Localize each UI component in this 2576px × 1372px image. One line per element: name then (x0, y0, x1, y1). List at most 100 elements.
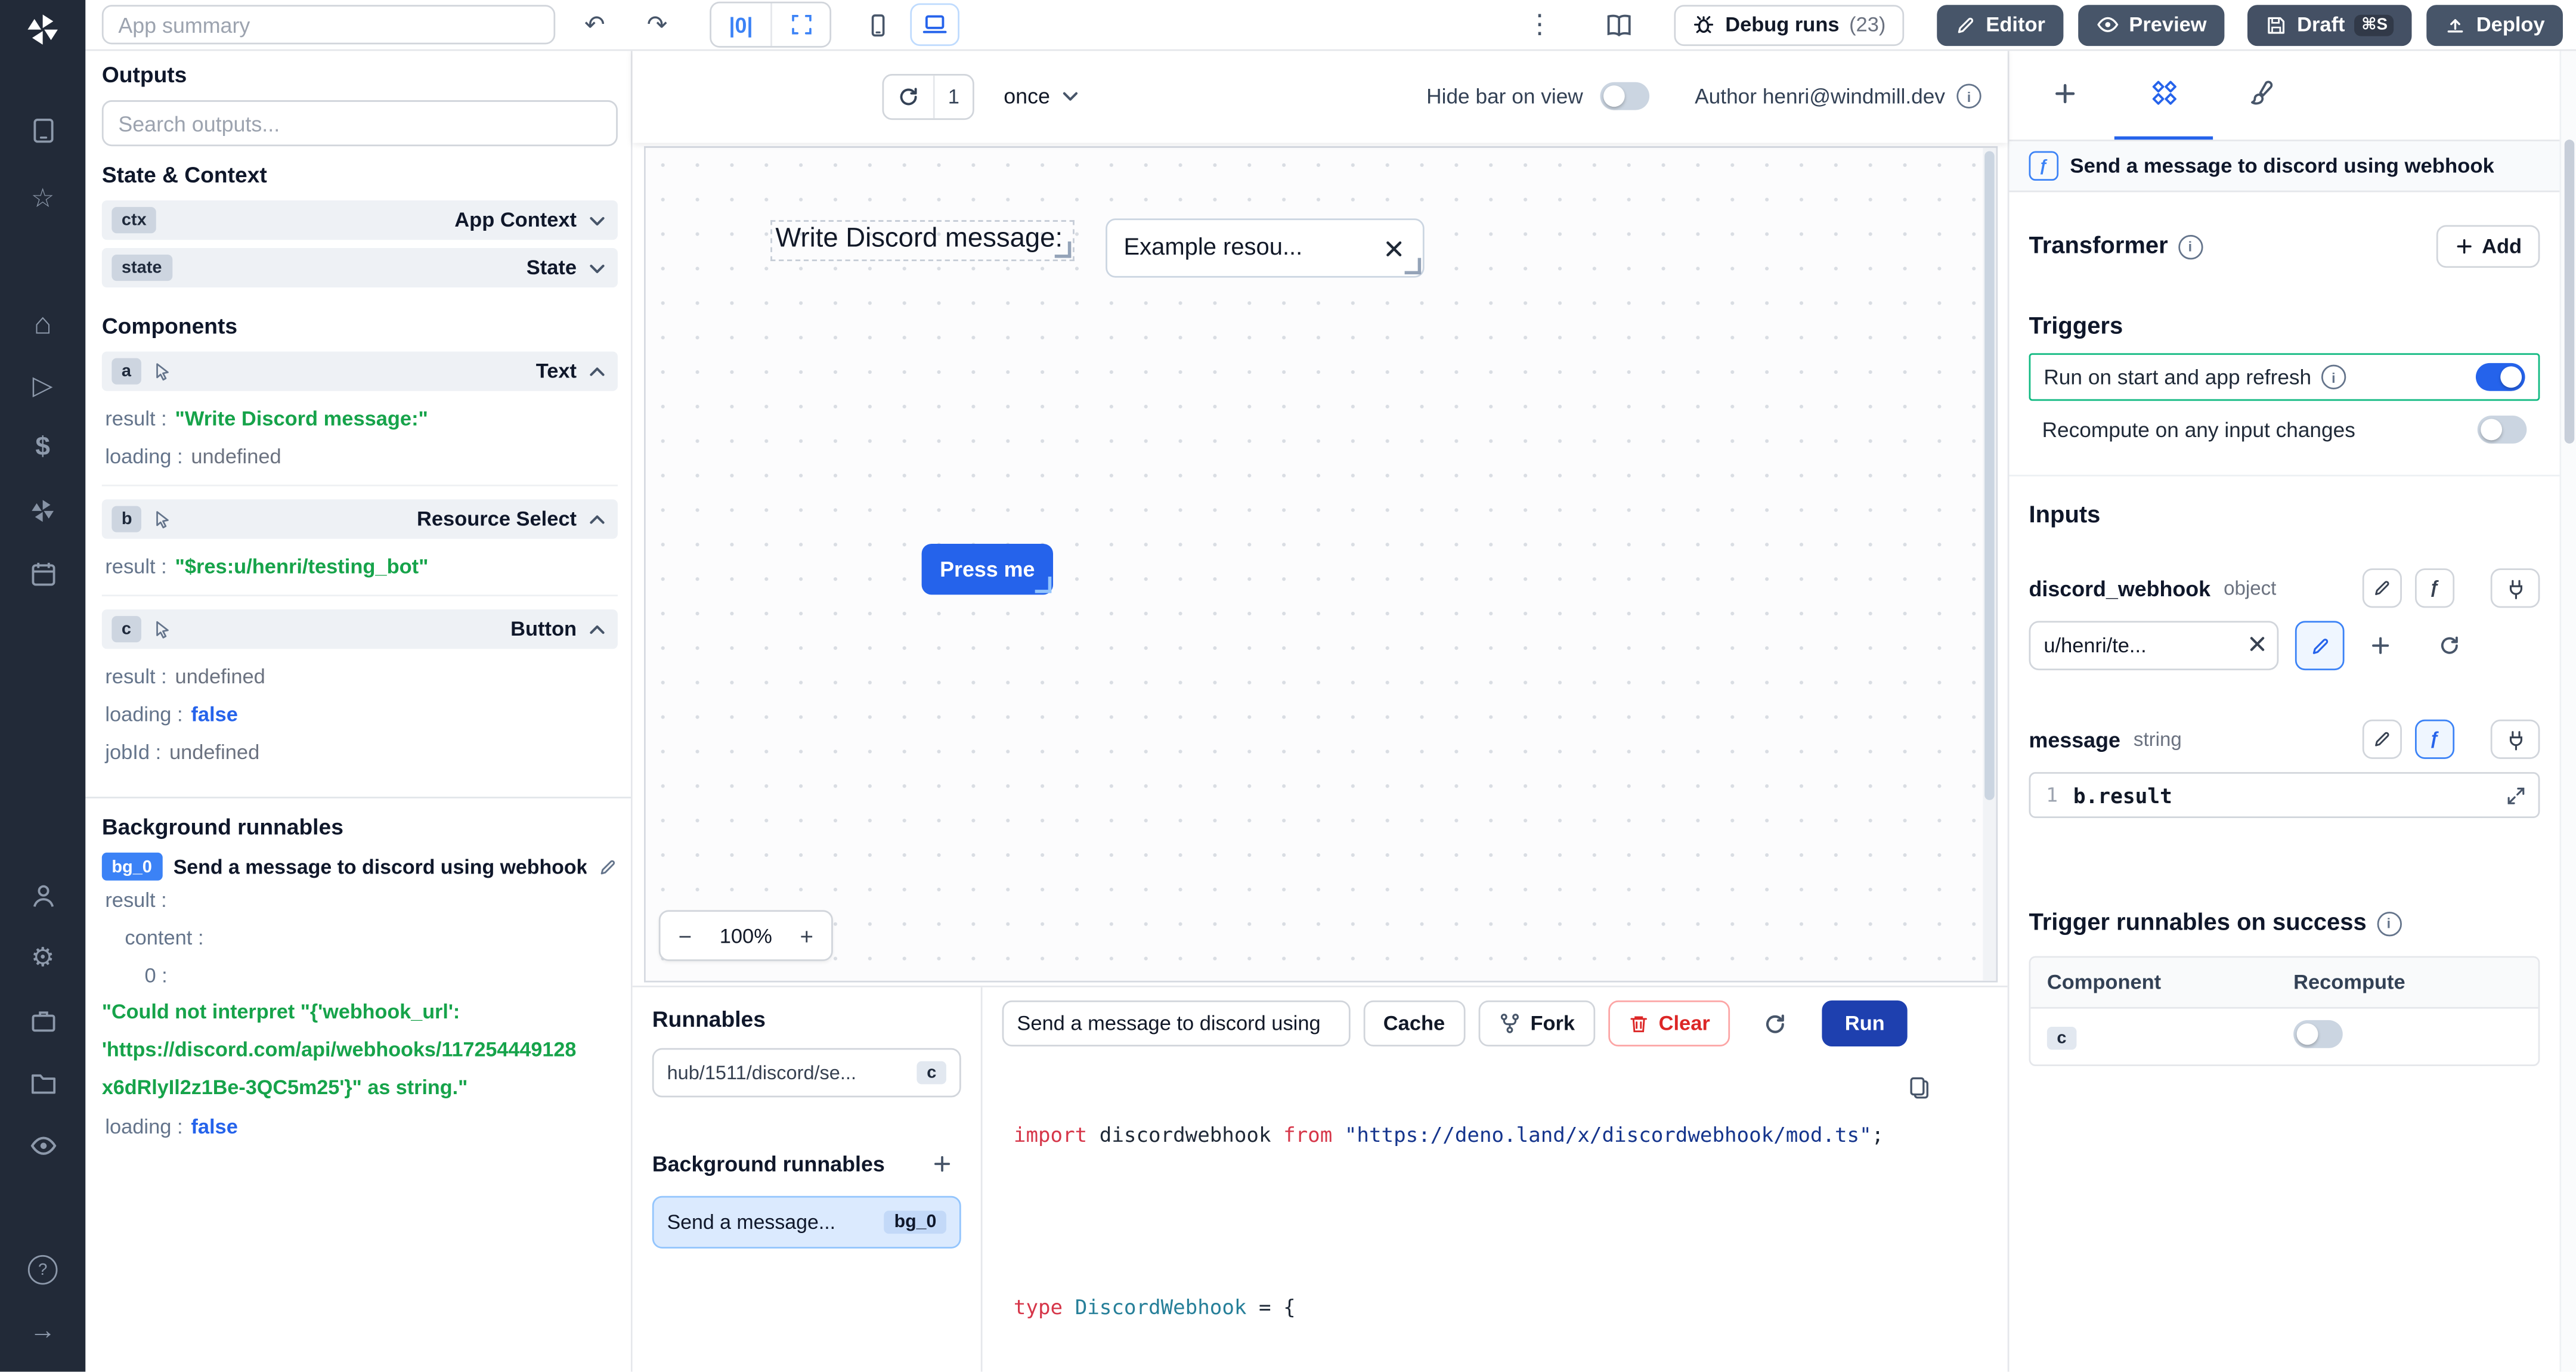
chevron-down-icon[interactable] (587, 257, 608, 278)
clear-button[interactable]: Clear (1608, 1000, 1730, 1046)
runnable-item[interactable]: hub/1511/discord/se... c (652, 1048, 961, 1098)
run-button[interactable]: Run (1822, 1000, 1908, 1046)
recompute-c-toggle[interactable] (2293, 1020, 2343, 1048)
press-me-button[interactable]: Press me (921, 543, 1054, 595)
text-component[interactable]: Write Discord message: (770, 220, 1075, 262)
resize-grip[interactable] (1404, 258, 1422, 275)
tab-insert-component[interactable] (2016, 49, 2114, 140)
connect-input-button[interactable] (2490, 719, 2540, 759)
windmill-logo[interactable] (0, 7, 85, 52)
connect-input-button[interactable] (2490, 568, 2540, 608)
folders-icon[interactable] (0, 1055, 85, 1111)
debug-runs-button[interactable]: Debug runs (23) (1674, 4, 1904, 45)
code-editor[interactable]: import discordwebhook from "https://deno… (983, 1063, 2008, 1326)
docs-button[interactable] (1599, 5, 1638, 44)
clear-value-icon[interactable] (2246, 633, 2269, 656)
info-icon[interactable]: i (2178, 234, 2203, 259)
desktop-view-button[interactable] (910, 3, 959, 47)
home-icon[interactable]: ⌂ (0, 296, 85, 352)
zoom-in-button[interactable]: + (782, 912, 831, 959)
component-c-chip: c (2046, 1026, 2077, 1050)
component-a-header[interactable]: a Text (101, 351, 618, 391)
edit-code-button[interactable]: ƒ (2414, 568, 2455, 608)
audit-eye-icon[interactable] (0, 1117, 85, 1173)
draft-button[interactable]: Draft ⌘S (2247, 4, 2413, 45)
tab-component-settings[interactable] (2114, 49, 2213, 140)
pencil-icon[interactable] (598, 857, 618, 877)
fullscreen-button[interactable] (770, 3, 829, 47)
recompute-toggle[interactable] (2477, 416, 2527, 444)
app-canvas[interactable]: Write Discord message: Example resou... … (643, 146, 1998, 983)
page-scrollbar[interactable] (2559, 49, 2576, 1372)
copy-code-button[interactable] (1908, 1076, 1932, 1102)
runnable-name-input[interactable] (1002, 1000, 1351, 1046)
refresh-app-button[interactable] (884, 75, 933, 117)
app-library-icon[interactable] (0, 102, 85, 158)
expand-editor-icon[interactable] (2506, 785, 2527, 806)
resources-icon[interactable] (0, 483, 85, 539)
runs-icon[interactable]: ▷ (0, 358, 85, 414)
ctx-row[interactable]: ctx App Context (101, 200, 618, 240)
refresh-code-button[interactable] (1756, 1004, 1795, 1043)
bg0-header-row[interactable]: bg_0 Send a message to discord using web… (101, 852, 618, 881)
center-components-button[interactable]: |0| (711, 4, 770, 47)
workers-icon[interactable] (0, 992, 85, 1048)
info-icon[interactable]: i (1956, 83, 1981, 109)
refresh-icon (1763, 1011, 1788, 1036)
component-c-header[interactable]: c Button (101, 609, 618, 649)
variables-icon[interactable]: $ (0, 420, 85, 476)
info-icon[interactable]: i (2376, 910, 2401, 936)
resource-select-component[interactable]: Example resou... (1106, 218, 1425, 278)
scrollbar-thumb[interactable] (2563, 140, 2575, 444)
info-icon[interactable]: i (2321, 364, 2346, 389)
hide-bar-toggle[interactable] (1599, 82, 1649, 110)
add-resource-button[interactable] (2361, 626, 2400, 665)
bg0-name: Send a message to discord using webhook (173, 855, 587, 878)
refresh-mode-dropdown[interactable]: once (990, 75, 1094, 117)
clear-selection-icon[interactable] (1382, 236, 1406, 260)
prop-row: result"$res:u/henri/testing_bot" (102, 547, 618, 584)
chevron-up-icon[interactable] (587, 361, 608, 382)
refresh-resource-button[interactable] (2430, 626, 2469, 665)
chevron-up-icon[interactable] (587, 618, 608, 640)
add-background-runnable-button[interactable] (922, 1147, 961, 1179)
undo-button[interactable]: ↶ (575, 5, 614, 44)
editor-button[interactable]: Editor (1936, 4, 2064, 45)
mobile-view-button[interactable] (857, 5, 897, 44)
tab-theme[interactable] (2213, 49, 2311, 140)
edit-static-button[interactable] (2362, 719, 2402, 759)
app-summary-input[interactable] (101, 5, 556, 45)
resize-grip[interactable] (1035, 577, 1052, 593)
scrollbar-thumb[interactable] (1984, 151, 1995, 801)
deploy-button[interactable]: Deploy (2427, 4, 2563, 45)
fork-button[interactable]: Fork (1478, 1000, 1595, 1046)
search-outputs-input[interactable] (101, 100, 618, 147)
canvas-scrollbar[interactable] (1983, 147, 1996, 981)
save-icon (2266, 14, 2287, 35)
resize-grip[interactable] (1054, 241, 1071, 258)
component-b-header[interactable]: b Resource Select (101, 499, 618, 539)
message-expression-editor[interactable]: 1 b.result (2029, 772, 2540, 819)
preview-button[interactable]: Preview (2077, 4, 2225, 45)
background-runnable-item-selected[interactable]: Send a message... bg_0 (652, 1196, 961, 1249)
redo-button[interactable]: ↷ (637, 5, 677, 44)
collapse-sidebar-icon[interactable]: → (0, 1305, 85, 1361)
zoom-out-button[interactable]: − (661, 912, 710, 959)
settings-gear-icon[interactable]: ⚙ (0, 930, 85, 986)
user-icon[interactable] (0, 868, 85, 924)
cache-button[interactable]: Cache (1363, 1000, 1465, 1046)
chevron-down-icon[interactable] (587, 209, 608, 231)
pick-resource-button[interactable] (2295, 621, 2345, 671)
schedules-icon[interactable] (0, 546, 85, 602)
resource-value-input[interactable] (2029, 621, 2279, 671)
add-transformer-button[interactable]: Add (2435, 225, 2540, 268)
state-row[interactable]: state State (101, 248, 618, 288)
edit-static-button[interactable] (2362, 568, 2402, 608)
chevron-up-icon[interactable] (587, 509, 608, 530)
state-context-title: State & Context (101, 162, 267, 188)
favorites-star-icon[interactable]: ☆ (0, 171, 85, 227)
help-icon[interactable]: ? (0, 1242, 85, 1298)
run-on-start-toggle[interactable] (2475, 363, 2525, 391)
edit-code-button[interactable]: ƒ (2414, 719, 2455, 759)
more-menu-button[interactable]: ⋮ (1520, 5, 1559, 44)
